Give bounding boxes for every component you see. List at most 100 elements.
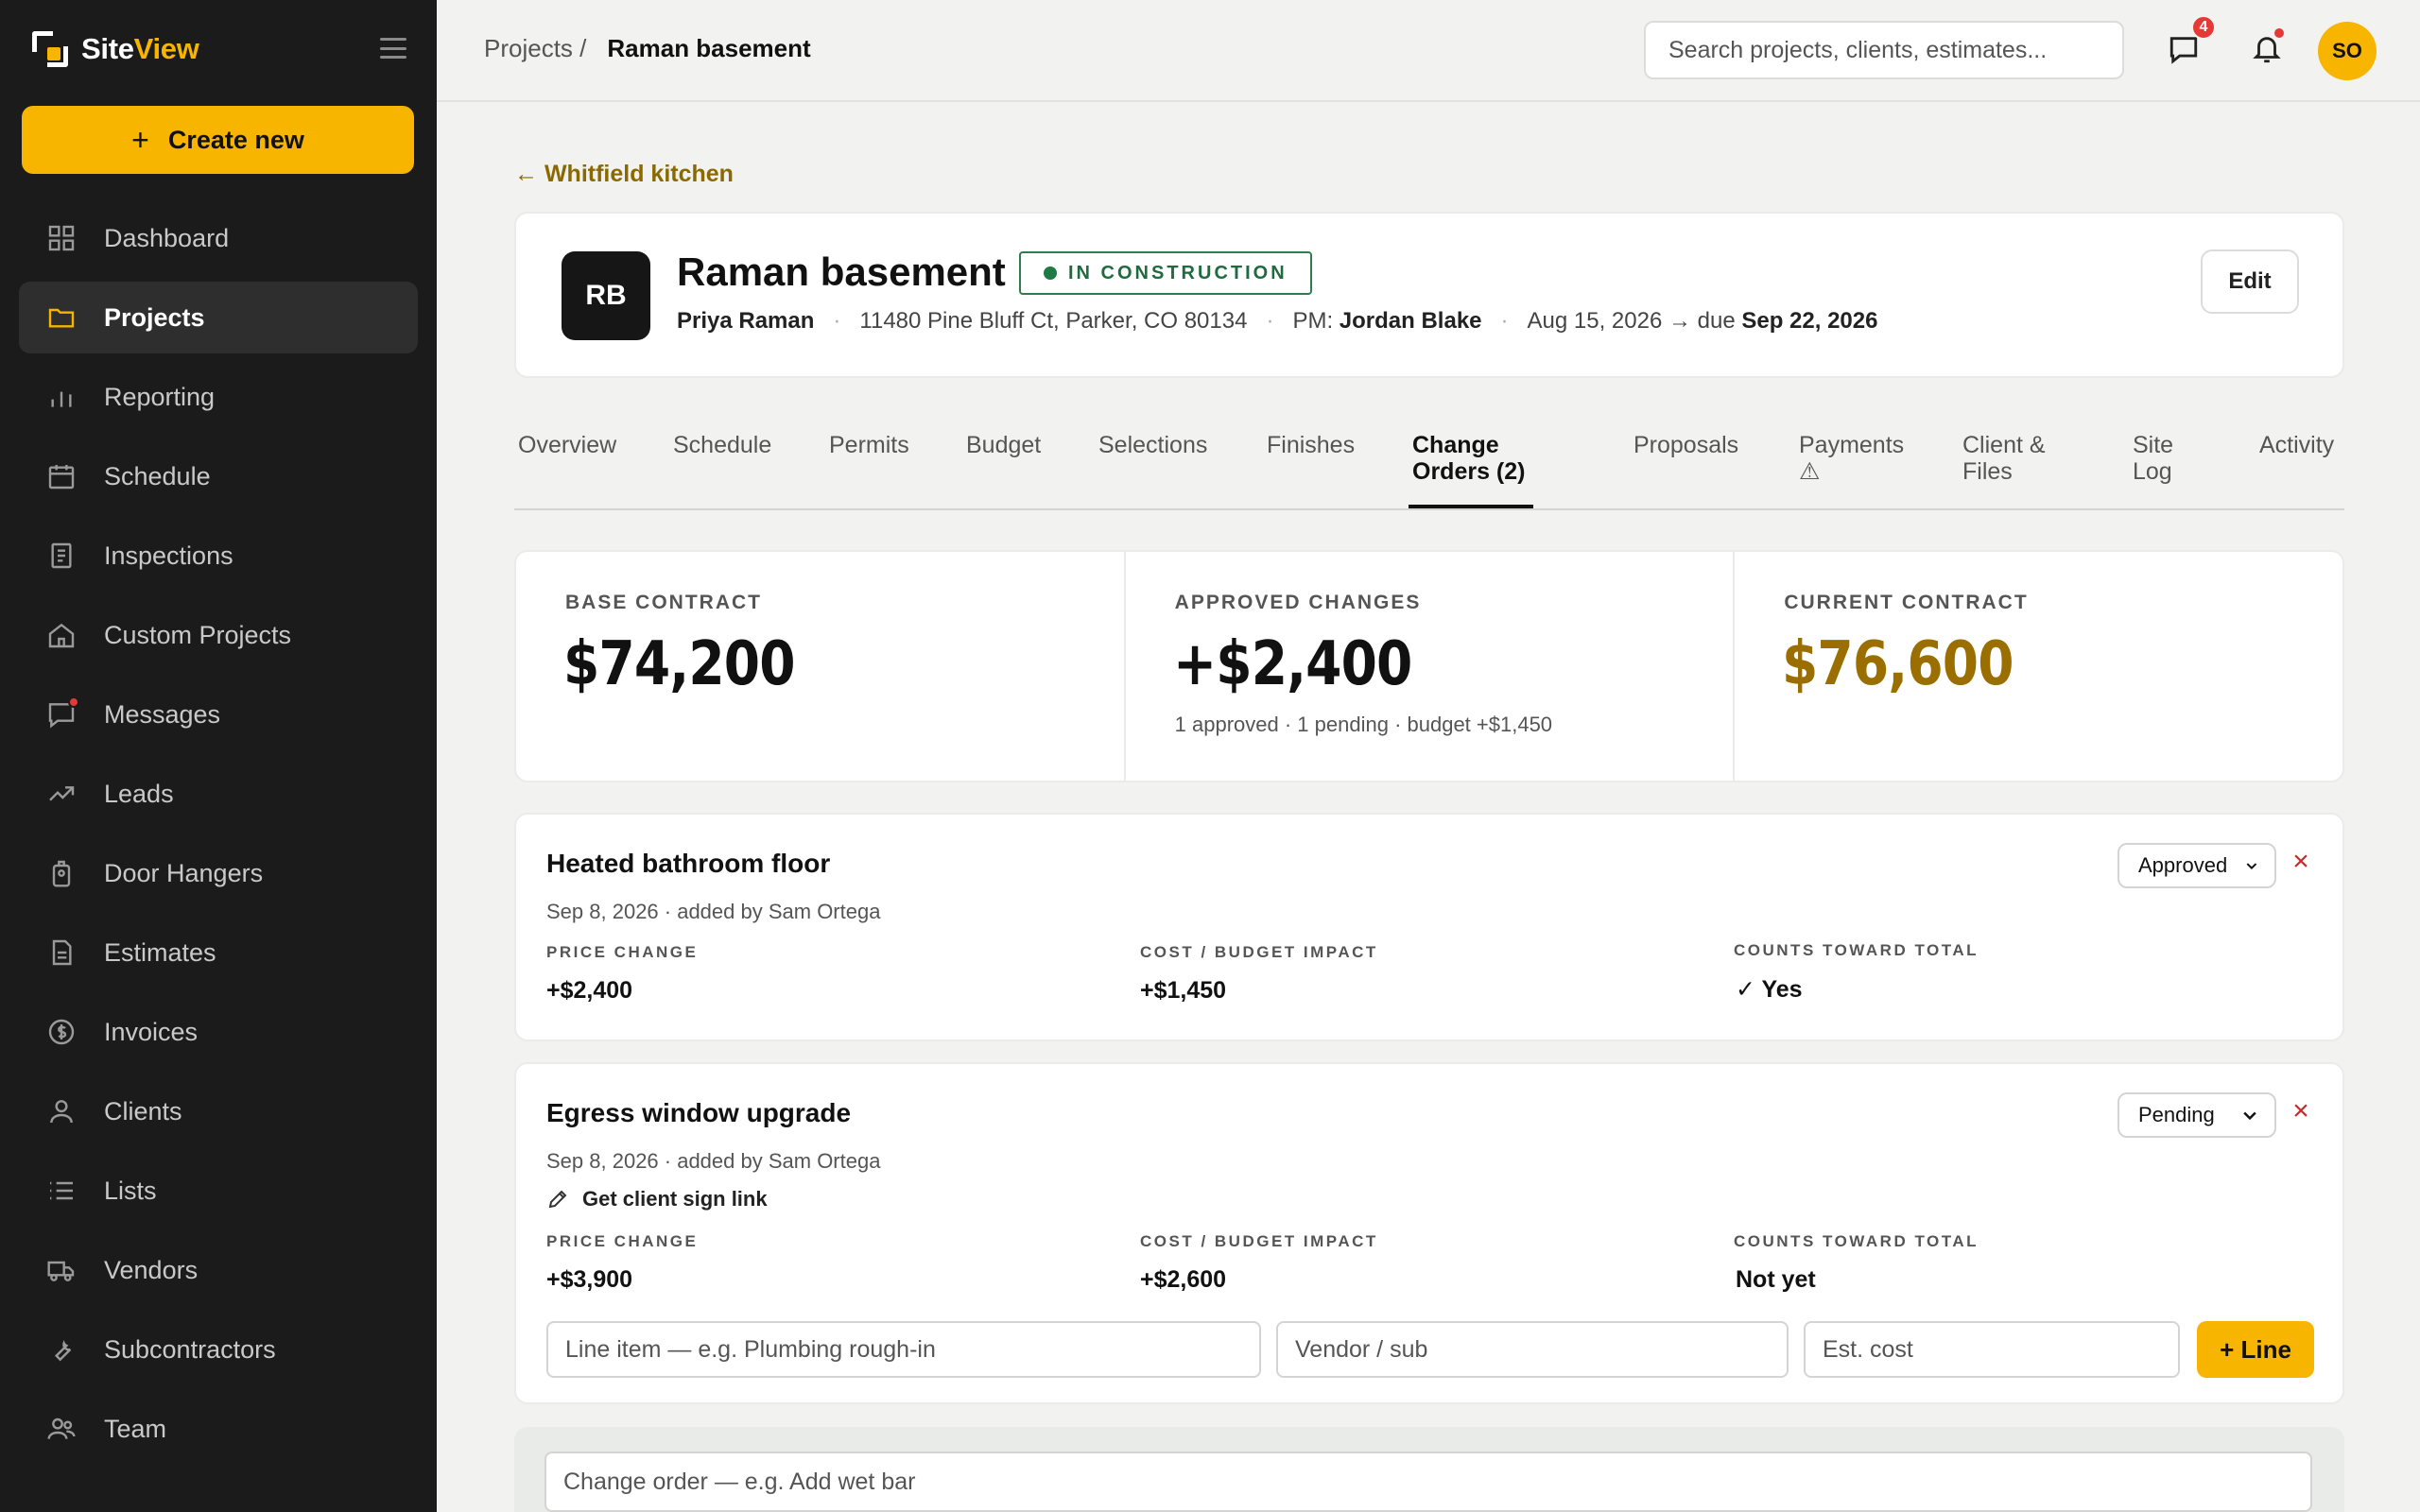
sidebar-item-clients[interactable]: Clients — [19, 1075, 418, 1147]
status-select-value: Pending — [2138, 1103, 2215, 1126]
change-order-card: Egress window upgrade Sep 8, 2026 · adde… — [514, 1062, 2344, 1404]
project-avatar: RB — [562, 251, 650, 340]
sidebar-item-schedule[interactable]: Schedule — [19, 440, 418, 512]
chevron-down-icon — [2243, 1111, 2256, 1121]
tab-change-orders[interactable]: Change Orders (2) — [1412, 432, 1525, 485]
new-change-order-panel — [514, 1427, 2344, 1512]
notification-dot — [2274, 28, 2284, 38]
sidebar-item-invoices[interactable]: Invoices — [19, 996, 418, 1068]
wrench-icon — [45, 1333, 78, 1366]
sidebar-item-reporting[interactable]: Reporting — [19, 361, 418, 433]
sidebar-item-label: Leads — [104, 779, 174, 808]
sidebar-item-estimates[interactable]: Estimates — [19, 917, 418, 988]
truck-icon — [45, 1254, 78, 1286]
breadcrumb: Projects / Raman basement — [484, 34, 811, 63]
price-change-value: +$3,900 — [546, 1266, 633, 1293]
price-change-label: PRICE CHANGE — [546, 1232, 699, 1250]
status-select[interactable]: Pending — [2118, 1092, 2276, 1138]
tab-client-files[interactable]: Client & Files — [1962, 432, 2046, 485]
status-label: IN CONSTRUCTION — [1068, 262, 1288, 284]
cost-impact-label: COST / BUDGET IMPACT — [1140, 1232, 1378, 1250]
sidebar-item-custom-projects[interactable]: Custom Projects — [19, 599, 418, 671]
counts-toward-label: COUNTS TOWARD TOTAL — [1734, 1232, 1979, 1250]
sidebar-item-label: Estimates — [104, 937, 216, 967]
menu-toggle-icon[interactable] — [380, 38, 406, 59]
breadcrumb-projects[interactable]: Projects / — [484, 34, 586, 63]
line-item-input[interactable] — [546, 1321, 1261, 1378]
meta-separator: · — [1500, 308, 1509, 334]
base-contract-label: BASE CONTRACT — [565, 592, 762, 613]
contract-summary: BASE CONTRACT $74,200 APPROVED CHANGES +… — [514, 550, 2344, 782]
chat-icon — [45, 696, 79, 730]
tab-finishes[interactable]: Finishes — [1267, 432, 1355, 458]
avatar[interactable]: SO — [2318, 22, 2377, 80]
tab-payments[interactable]: Payments ⚠ — [1799, 432, 1904, 485]
sidebar-item-label: Subcontractors — [104, 1334, 276, 1364]
delete-icon[interactable]: × — [2288, 1095, 2314, 1126]
sidebar-item-team[interactable]: Team — [19, 1393, 418, 1465]
tab-activity[interactable]: Activity — [2259, 432, 2334, 458]
chat-icon — [2169, 37, 2198, 64]
document-icon — [45, 936, 78, 969]
client-sign-link-label: Get client sign link — [582, 1187, 768, 1211]
pm-label: PM: — [1292, 308, 1334, 334]
sidebar-item-subcontractors[interactable]: Subcontractors — [19, 1314, 418, 1385]
client-sign-link[interactable]: Get client sign link — [546, 1187, 768, 1211]
vendor-input[interactable] — [1276, 1321, 1789, 1378]
est-cost-input[interactable] — [1804, 1321, 2180, 1378]
counts-toward-value: Not yet — [1736, 1266, 1816, 1293]
topbar: Projects / Raman basement 4 SO — [437, 0, 2420, 102]
home-icon — [45, 619, 78, 651]
tab-overview[interactable]: Overview — [518, 432, 616, 458]
delete-icon[interactable]: × — [2288, 846, 2314, 877]
sidebar-item-messages[interactable]: Messages — [19, 679, 418, 750]
current-contract-value: $76,600 — [1782, 629, 2014, 699]
messages-badge: 4 — [2191, 15, 2216, 40]
sidebar-item-dashboard[interactable]: Dashboard — [19, 202, 418, 274]
meta-separator: · — [833, 308, 841, 334]
tab-proposals[interactable]: Proposals — [1634, 432, 1738, 458]
project-tabs: Overview Schedule Permits Budget Selecti… — [514, 427, 2344, 510]
project-meta: Priya Raman · 11480 Pine Bluff Ct, Parke… — [677, 308, 1877, 335]
back-link[interactable]: ← Whitfield kitchen — [514, 161, 734, 188]
sidebar-item-label: Inspections — [104, 541, 233, 570]
create-new-button[interactable]: + Create new — [22, 106, 414, 174]
price-change-value: +$2,400 — [546, 977, 633, 1004]
sidebar-item-label: Vendors — [104, 1255, 199, 1284]
status-select-value: Approved — [2138, 853, 2228, 877]
tab-site-log[interactable]: Site Log — [2133, 432, 2173, 485]
sidebar-item-inspections[interactable]: Inspections — [19, 520, 418, 592]
tag-icon — [45, 857, 78, 889]
sidebar-item-door-hangers[interactable]: Door Hangers — [19, 837, 418, 909]
sidebar-item-label: Door Hangers — [104, 858, 264, 887]
cost-impact-value: +$1,450 — [1140, 977, 1227, 1004]
project-dates: Aug 15, 2026 → due Sep 22, 2026 — [1528, 308, 1878, 335]
sidebar-item-projects[interactable]: Projects — [19, 282, 418, 353]
tab-selections[interactable]: Selections — [1098, 432, 1207, 458]
tab-permits[interactable]: Permits — [829, 432, 909, 458]
new-change-order-input[interactable] — [544, 1452, 2312, 1512]
tab-budget[interactable]: Budget — [966, 432, 1041, 458]
tab-schedule[interactable]: Schedule — [673, 432, 771, 458]
create-new-label: Create new — [167, 125, 304, 154]
messages-button[interactable]: 4 — [2165, 15, 2216, 68]
search-input[interactable] — [1644, 21, 2124, 79]
grid-icon — [45, 222, 78, 254]
sidebar-item-label: Custom Projects — [104, 620, 292, 649]
brand[interactable]: SiteView — [32, 30, 199, 68]
sidebar-item-lists[interactable]: Lists — [19, 1155, 418, 1227]
sidebar-item-leads[interactable]: Leads — [19, 758, 418, 830]
pm-name: Jordan Blake — [1339, 308, 1482, 334]
add-line-button[interactable]: + Line — [2197, 1321, 2314, 1378]
bell-icon — [2253, 37, 2281, 63]
status-select[interactable]: Approved — [2118, 843, 2276, 888]
counts-toward-value: ✓ Yes — [1736, 976, 1803, 1003]
notifications-button[interactable] — [2248, 28, 2286, 68]
warning-icon: ⚠ — [1799, 458, 1821, 485]
sidebar-item-vendors[interactable]: Vendors — [19, 1234, 418, 1306]
bar-chart-icon — [45, 381, 78, 413]
change-order-title: Egress window upgrade — [546, 1098, 852, 1127]
client-name[interactable]: Priya Raman — [677, 308, 814, 335]
edit-button[interactable]: Edit — [2201, 249, 2299, 314]
sidebar-nav: Dashboard Projects Reporting Schedule In… — [19, 202, 418, 1472]
